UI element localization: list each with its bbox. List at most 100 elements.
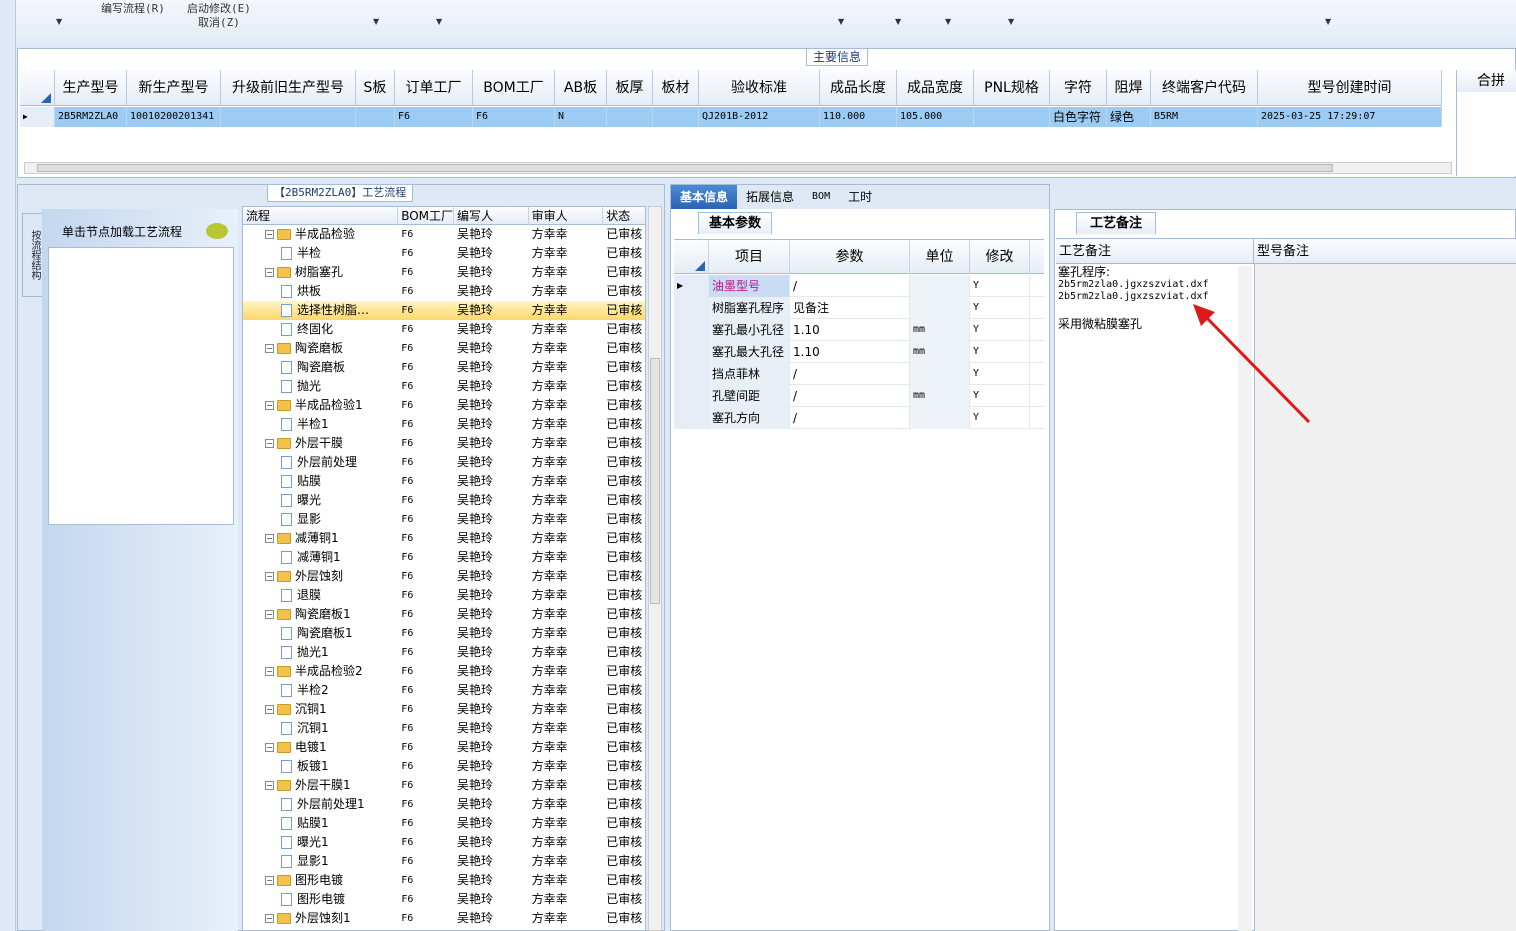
tree-cell-writer[interactable]: 吴艳玲 bbox=[454, 776, 529, 795]
tree-cell-writer[interactable]: 吴艳玲 bbox=[454, 757, 529, 776]
tree-cell-factory[interactable]: F6 bbox=[398, 624, 454, 643]
col-header[interactable]: 参数 bbox=[790, 240, 910, 274]
tree-cell-reviewer[interactable]: 方幸幸 bbox=[529, 358, 604, 377]
tree-cell-writer[interactable]: 吴艳玲 bbox=[454, 662, 529, 681]
param-row[interactable]: 塞孔最大孔径 1.10 mm Y bbox=[674, 341, 1044, 363]
tree-cell-factory[interactable]: F6 bbox=[398, 282, 454, 301]
tree-cell-status[interactable]: 已审核 bbox=[603, 415, 645, 434]
tree-cell-writer[interactable]: 吴艳玲 bbox=[454, 814, 529, 833]
param-cell-unit[interactable]: mm bbox=[910, 319, 970, 341]
tree-cell-factory[interactable]: F6 bbox=[398, 263, 454, 282]
col-header[interactable]: 生产型号 bbox=[55, 70, 127, 106]
tree-row[interactable]: − 半成品检验1 F6 吴艳玲 方幸幸 已审核 bbox=[243, 396, 645, 415]
col-header[interactable]: PNL规格 bbox=[974, 70, 1050, 106]
tree-node[interactable]: 板镀1 bbox=[243, 757, 398, 776]
tree-cell-status[interactable]: 已审核 bbox=[603, 586, 645, 605]
tree-node[interactable]: − 外层蚀刻 bbox=[243, 567, 398, 586]
param-cell-mod[interactable]: Y bbox=[970, 407, 1030, 429]
param-cell-mod[interactable]: Y bbox=[970, 297, 1030, 319]
tree-node[interactable]: 曝光1 bbox=[243, 833, 398, 852]
tree-row[interactable]: 贴膜 F6 吴艳玲 方幸幸 已审核 bbox=[243, 472, 645, 491]
tree-cell-factory[interactable]: F6 bbox=[398, 301, 454, 320]
tree-cell-factory[interactable]: F6 bbox=[398, 377, 454, 396]
tree-node[interactable]: 显影1 bbox=[243, 852, 398, 871]
tree-cell-status[interactable]: 已审核 bbox=[603, 909, 645, 928]
tree-cell-factory[interactable]: F6 bbox=[398, 567, 454, 586]
tree-cell-factory[interactable]: F6 bbox=[398, 396, 454, 415]
col-header[interactable]: BOM工厂 bbox=[473, 70, 555, 106]
tree-cell-factory[interactable]: F6 bbox=[398, 833, 454, 852]
tree-cell-factory[interactable]: F6 bbox=[398, 662, 454, 681]
tree-cell-factory[interactable]: F6 bbox=[398, 890, 454, 909]
tree-node[interactable]: − 陶瓷磨板1 bbox=[243, 605, 398, 624]
tree-cell-writer[interactable]: 吴艳玲 bbox=[454, 358, 529, 377]
param-row[interactable]: 塞孔最小孔径 1.10 mm Y bbox=[674, 319, 1044, 341]
tree-row[interactable]: − 图形电镀 F6 吴艳玲 方幸幸 已审核 bbox=[243, 871, 645, 890]
cell[interactable] bbox=[607, 107, 653, 127]
tree-cell-writer[interactable]: 吴艳玲 bbox=[454, 719, 529, 738]
tree-cell-factory[interactable]: F6 bbox=[398, 643, 454, 662]
col-header[interactable]: 终端客户代码 bbox=[1151, 70, 1258, 106]
side-tab[interactable]: 按流程结构 bbox=[22, 213, 42, 297]
param-cell-mod[interactable]: Y bbox=[970, 385, 1030, 407]
tree-node[interactable]: − 外层蚀刻1 bbox=[243, 909, 398, 928]
table-row[interactable]: ▶ 2B5RM2ZLA0 10010200201341 F6 F6 N QJ20… bbox=[20, 107, 1442, 127]
tree-cell-status[interactable]: 已审核 bbox=[603, 358, 645, 377]
tree-row[interactable]: − 树脂塞孔 F6 吴艳玲 方幸幸 已审核 bbox=[243, 263, 645, 282]
tree-cell-status[interactable]: 已审核 bbox=[603, 320, 645, 339]
horizontal-scrollbar[interactable] bbox=[24, 162, 1452, 174]
param-row[interactable]: ▶ 油墨型号 / Y bbox=[674, 275, 1044, 297]
tree-row[interactable]: 曝光 F6 吴艳玲 方幸幸 已审核 bbox=[243, 491, 645, 510]
tree-row[interactable]: − 减薄铜1 F6 吴艳玲 方幸幸 已审核 bbox=[243, 529, 645, 548]
col-header[interactable]: 成品宽度 bbox=[897, 70, 974, 106]
col-header[interactable]: 字符 bbox=[1050, 70, 1107, 106]
tree-node[interactable]: 外层前处理 bbox=[243, 453, 398, 472]
tree-node[interactable]: − 电镀1 bbox=[243, 738, 398, 757]
collapse-toggle-icon[interactable]: − bbox=[265, 268, 274, 277]
tree-cell-factory[interactable]: F6 bbox=[398, 453, 454, 472]
tree-cell-writer[interactable]: 吴艳玲 bbox=[454, 890, 529, 909]
tree-cell-factory[interactable]: F6 bbox=[398, 339, 454, 358]
tree-cell-factory[interactable]: F6 bbox=[398, 852, 454, 871]
tree-cell-factory[interactable]: F6 bbox=[398, 320, 454, 339]
cell[interactable]: 绿色 bbox=[1107, 107, 1151, 127]
col-header[interactable]: 审审人 bbox=[529, 207, 604, 225]
tree-node[interactable]: 沉铜1 bbox=[243, 719, 398, 738]
param-row[interactable]: 树脂塞孔程序 见备注 Y bbox=[674, 297, 1044, 319]
tree-row[interactable]: 贴膜1 F6 吴艳玲 方幸幸 已审核 bbox=[243, 814, 645, 833]
param-cell-unit[interactable] bbox=[910, 407, 970, 429]
tree-cell-status[interactable]: 已审核 bbox=[603, 396, 645, 415]
tree-cell-reviewer[interactable]: 方幸幸 bbox=[529, 453, 604, 472]
tree-cell-reviewer[interactable]: 方幸幸 bbox=[529, 890, 604, 909]
col-header[interactable]: 编写人 bbox=[454, 207, 529, 225]
cell[interactable]: N bbox=[555, 107, 607, 127]
col-header[interactable]: 项目 bbox=[709, 240, 790, 274]
tree-cell-reviewer[interactable]: 方幸幸 bbox=[529, 738, 604, 757]
tree-row[interactable]: 半检1 F6 吴艳玲 方幸幸 已审核 bbox=[243, 415, 645, 434]
tree-cell-reviewer[interactable]: 方幸幸 bbox=[529, 662, 604, 681]
tree-cell-writer[interactable]: 吴艳玲 bbox=[454, 681, 529, 700]
tree-cell-reviewer[interactable]: 方幸幸 bbox=[529, 719, 604, 738]
tab-bom[interactable]: BOM bbox=[803, 185, 839, 209]
tree-node[interactable]: 陶瓷磨板 bbox=[243, 358, 398, 377]
dropdown-arrow-icon[interactable]: ▼ bbox=[373, 17, 379, 26]
tree-cell-reviewer[interactable]: 方幸幸 bbox=[529, 510, 604, 529]
tree-cell-writer[interactable]: 吴艳玲 bbox=[454, 586, 529, 605]
tree-node[interactable]: 曝光 bbox=[243, 491, 398, 510]
tree-cell-writer[interactable]: 吴艳玲 bbox=[454, 491, 529, 510]
tab-process-notes[interactable]: 工艺备注 bbox=[1076, 212, 1156, 234]
tree-row[interactable]: − 半成品检验 F6 吴艳玲 方幸幸 已审核 bbox=[243, 225, 645, 244]
tab-work-hours[interactable]: 工时 bbox=[839, 185, 881, 209]
tree-node[interactable]: 半检2 bbox=[243, 681, 398, 700]
tree-cell-factory[interactable]: F6 bbox=[398, 510, 454, 529]
tree-cell-factory[interactable]: F6 bbox=[398, 548, 454, 567]
tree-row[interactable]: − 半成品检验2 F6 吴艳玲 方幸幸 已审核 bbox=[243, 662, 645, 681]
tree-node[interactable]: 减薄铜1 bbox=[243, 548, 398, 567]
tree-cell-writer[interactable]: 吴艳玲 bbox=[454, 377, 529, 396]
tree-row[interactable]: 沉铜1 F6 吴艳玲 方幸幸 已审核 bbox=[243, 719, 645, 738]
tree-cell-factory[interactable]: F6 bbox=[398, 776, 454, 795]
tree-cell-reviewer[interactable]: 方幸幸 bbox=[529, 776, 604, 795]
collapse-toggle-icon[interactable]: − bbox=[265, 572, 274, 581]
collapse-toggle-icon[interactable]: − bbox=[265, 781, 274, 790]
tree-cell-reviewer[interactable]: 方幸幸 bbox=[529, 833, 604, 852]
